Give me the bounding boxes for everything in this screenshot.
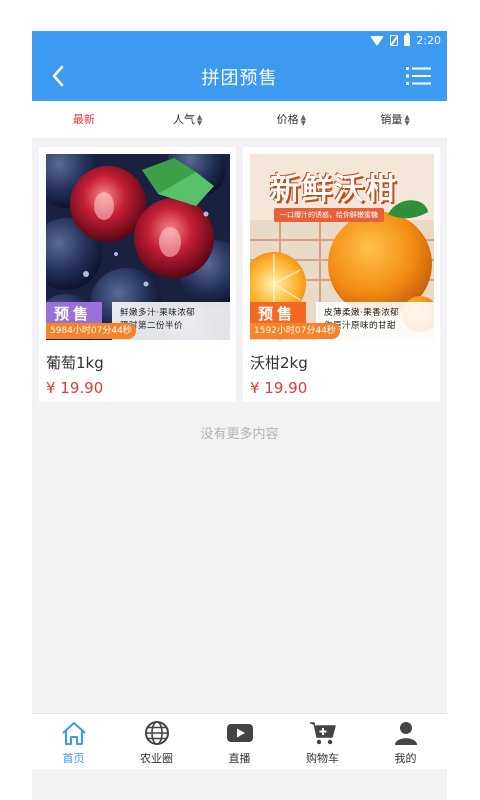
home-icon (61, 722, 86, 745)
product-name: 葡萄1kg (46, 354, 104, 372)
nav-mine[interactable]: 我的 (364, 714, 447, 769)
slogan-line: 你原汁原味的甘甜 (324, 321, 397, 331)
sort-tab-label: 最新 (72, 113, 95, 126)
sort-tab-popularity[interactable]: 人气 ▲ ▼ (136, 101, 240, 138)
globe-icon (144, 721, 169, 745)
nav-cart[interactable]: 购物车 (281, 714, 364, 769)
top-app-bar: 拼团预售 (32, 51, 447, 101)
page-title: 拼团预售 (201, 68, 278, 89)
promo-title: 新鲜沃柑 (270, 172, 398, 207)
nav-label: 直播 (228, 752, 251, 765)
product-name: 沃柑2kg (250, 354, 308, 372)
sort-tab-label: 价格 (276, 113, 299, 126)
slogan-line: 限时第二份半价 (120, 321, 184, 331)
list-icon (406, 67, 431, 85)
play-icon (226, 724, 253, 742)
countdown-timer: 5984小时07分44秒 (46, 323, 136, 339)
promo-subtitle: 一口爆汁的诱惑，给你鲜嫩蜜糖 (274, 208, 384, 222)
nav-live[interactable]: 直播 (198, 714, 281, 769)
person-icon (394, 722, 417, 745)
slogan-line: 皮薄柔嫩·果香浓郁 (324, 308, 400, 318)
sort-tab-latest[interactable]: 最新 (32, 101, 136, 138)
sort-arrows-icon: ▲ ▼ (196, 113, 203, 127)
sort-tab-label: 人气 (172, 113, 195, 126)
sort-arrows-icon: ▲ ▼ (300, 113, 307, 127)
product-image-orange: 新鲜沃柑 一口爆汁的诱惑，给你鲜嫩蜜糖 预售 皮薄柔嫩·果香浓郁 你原汁原味的甘… (250, 154, 434, 340)
nav-agriculture-circle[interactable]: 农业圈 (115, 714, 198, 769)
nav-label: 购物车 (306, 752, 339, 765)
countdown-timer: 1592小时07分44秒 (250, 323, 340, 339)
sort-tab-label: 销量 (380, 113, 403, 126)
product-price: ¥ 19.90 (250, 379, 308, 397)
sort-arrows-icon: ▲ ▼ (404, 113, 410, 127)
nav-label: 首页 (62, 752, 85, 765)
wifi-icon (370, 35, 385, 46)
nav-home[interactable]: 首页 (32, 714, 115, 769)
product-grid: 预售 鲜嫩多汁·果味浓郁 限时第二份半价 5984小时07分44秒 葡萄1kg … (39, 147, 440, 402)
product-card-orange[interactable]: 新鲜沃柑 一口爆汁的诱惑，给你鲜嫩蜜糖 预售 皮薄柔嫩·果香浓郁 你原汁原味的甘… (243, 147, 440, 402)
sort-tab-sales[interactable]: 销量 ▲ ▼ (343, 101, 447, 138)
product-card-grape[interactable]: 预售 鲜嫩多汁·果味浓郁 限时第二份半价 5984小时07分44秒 葡萄1kg … (39, 147, 236, 402)
battery-icon (404, 33, 411, 46)
list-menu-button[interactable] (405, 63, 433, 89)
product-price: ¥ 19.90 (46, 379, 104, 397)
nav-label: 农业圈 (140, 752, 173, 765)
status-bar: 2:20 (32, 31, 447, 51)
no-sim-icon (390, 35, 399, 46)
bottom-navigation: 首页 农业圈 直播 购物车 我的 (32, 713, 447, 769)
no-more-content-text: 没有更多内容 (200, 427, 279, 442)
nav-label: 我的 (394, 752, 417, 765)
app-screen: 2:20 拼团预售 最新 人气 ▲ ▼ 价格 ▲ ▼ 销量 ▲ ▼ 预售 鲜嫩多… (32, 31, 447, 800)
sort-bar: 最新 人气 ▲ ▼ 价格 ▲ ▼ 销量 ▲ ▼ (32, 101, 447, 139)
status-time: 2:20 (416, 34, 441, 47)
product-image-grape: 预售 鲜嫩多汁·果味浓郁 限时第二份半价 5984小时07分44秒 (46, 154, 230, 340)
sort-tab-price[interactable]: 价格 ▲ ▼ (240, 101, 344, 138)
cart-icon (309, 722, 336, 745)
slogan-line: 鲜嫩多汁·果味浓郁 (120, 308, 196, 318)
